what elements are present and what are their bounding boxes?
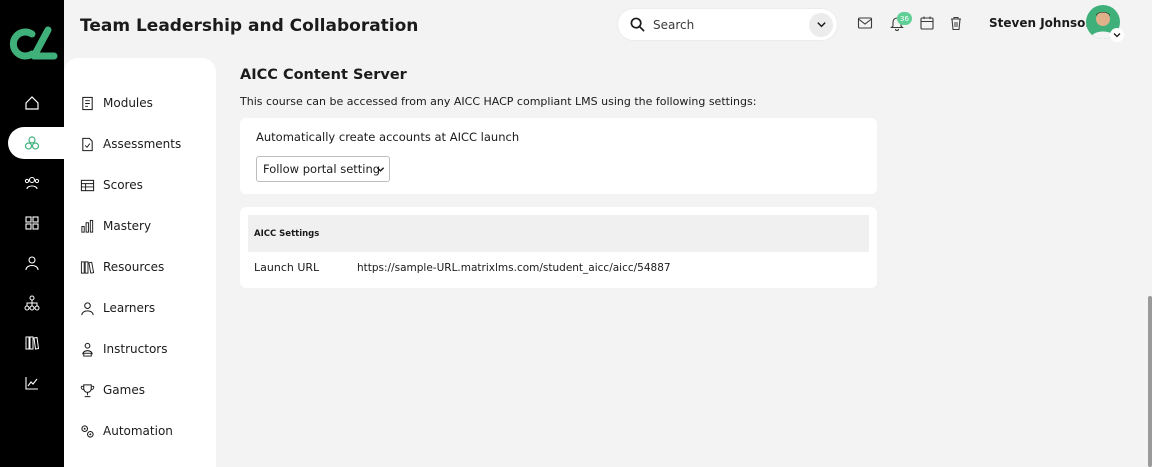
auto-create-select[interactable]: Follow portal setting: [256, 156, 390, 182]
calendar-icon[interactable]: [919, 15, 935, 31]
subnav-item-label: Assessments: [103, 137, 182, 151]
subnav-item-label: Modules: [103, 96, 153, 110]
subnav-item-assessments[interactable]: Assessments: [80, 133, 181, 155]
mail-icon[interactable]: [857, 15, 873, 31]
search-dropdown-button[interactable]: [809, 12, 833, 37]
trash-icon[interactable]: [948, 15, 964, 31]
analytics-icon[interactable]: [22, 373, 42, 393]
mastery-icon: [81, 219, 94, 233]
auto-create-card: Automatically create accounts at AICC la…: [240, 118, 877, 194]
search-bar[interactable]: Search: [618, 9, 837, 40]
user-name[interactable]: Steven Johnson: [989, 16, 1094, 30]
scores-icon: [80, 179, 95, 191]
library-icon[interactable]: [22, 333, 42, 353]
subnav-item-label: Automation: [103, 424, 173, 438]
select-value: Follow portal setting: [263, 162, 381, 176]
subnav-item-label: Instructors: [103, 342, 168, 356]
hierarchy-icon[interactable]: [22, 293, 42, 313]
home-icon[interactable]: [22, 93, 42, 113]
assessments-icon: [82, 137, 93, 151]
subnav-item-instructors[interactable]: Instructors: [80, 338, 167, 360]
users-icon[interactable]: [22, 173, 42, 193]
automation-icon: [81, 424, 94, 438]
section-description: This course can be accessed from any AIC…: [240, 95, 757, 108]
learners-icon: [81, 301, 94, 315]
games-icon: [80, 383, 95, 397]
subnav-item-label: Mastery: [103, 219, 152, 233]
app-logo[interactable]: [8, 26, 58, 62]
section-title: AICC Content Server: [240, 67, 407, 83]
subnav-item-resources[interactable]: Resources: [80, 256, 164, 278]
subnav-item-label: Games: [103, 383, 145, 397]
search-input[interactable]: Search: [653, 18, 809, 32]
auto-create-label: Automatically create accounts at AICC la…: [256, 130, 520, 144]
subnav-item-automation[interactable]: Automation: [80, 420, 173, 442]
notification-badge: 36: [897, 12, 912, 25]
subnav-item-label: Learners: [103, 301, 156, 315]
apps-icon[interactable]: [22, 213, 42, 233]
subnav-item-mastery[interactable]: Mastery: [80, 215, 151, 237]
subnav-item-label: Scores: [103, 178, 143, 192]
search-icon: [630, 17, 645, 32]
chevron-down-icon: [376, 167, 385, 172]
icon-rail: [0, 0, 66, 467]
settings-table-header: AICC Settings: [248, 215, 869, 252]
modules-icon: [82, 96, 93, 110]
courses-icon[interactable]: [22, 133, 42, 153]
profile-icon[interactable]: [22, 253, 42, 273]
instructors-icon: [82, 342, 93, 357]
subnav-item-scores[interactable]: Scores: [80, 174, 143, 196]
launch-url-label: Launch URL: [254, 261, 320, 274]
launch-url-value[interactable]: https://sample-URL.matrixlms.com/student…: [357, 262, 671, 274]
subnav-item-modules[interactable]: Modules: [80, 92, 153, 114]
resources-icon: [80, 260, 95, 274]
subnav-item-games[interactable]: Games: [80, 379, 145, 401]
chevron-down-icon: [1113, 33, 1121, 38]
chevron-down-icon: [816, 22, 826, 28]
subnav-item-label: Resources: [103, 260, 165, 274]
subnav-item-learners[interactable]: Learners: [80, 297, 155, 319]
account-menu-button[interactable]: [1110, 28, 1124, 42]
course-subnav: Modules Assessments Scores Mastery Resou…: [64, 58, 216, 467]
aicc-settings-card: AICC Settings Launch URL https://sample-…: [240, 207, 877, 288]
page-title: Team Leadership and Collaboration: [80, 16, 419, 36]
scrollbar-thumb[interactable]: [1148, 296, 1152, 467]
